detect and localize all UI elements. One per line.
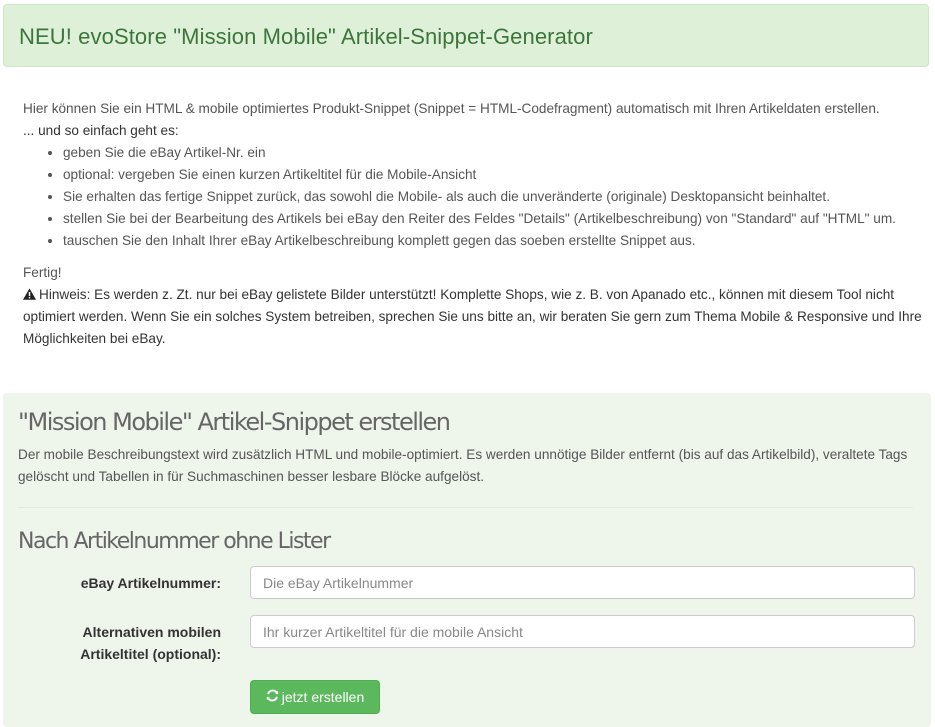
list-item: Sie erhalten das fertige Snippet zurück,… <box>63 186 928 208</box>
warning-icon <box>23 285 36 300</box>
page-title: NEU! evoStore "Mission Mobile" Artikel-S… <box>19 24 593 49</box>
list-item: stellen Sie bei der Bearbeitung des Arti… <box>63 208 928 230</box>
intro-lead: ... und so einfach geht es: <box>23 123 179 138</box>
divider <box>18 507 913 508</box>
item-number-input[interactable] <box>250 566 915 599</box>
create-button[interactable]: jetzt erstellen <box>250 680 380 714</box>
panel-description: Der mobile Beschreibungstext wird zusätz… <box>18 447 908 484</box>
snippet-panel: "Mission Mobile" Artikel-Snippet erstell… <box>3 393 931 727</box>
list-item: geben Sie die eBay Artikel-Nr. ein <box>63 142 928 164</box>
refresh-icon <box>266 689 279 705</box>
list-item: tauschen Sie den Inhalt Ihrer eBay Artik… <box>63 230 928 252</box>
hint-paragraph: Hinweis: Es werden z. Zt. nur bei eBay g… <box>23 284 928 350</box>
alt-title-input[interactable] <box>250 615 915 648</box>
intro-section: Hier können Sie ein HTML & mobile optimi… <box>23 98 928 350</box>
steps-list: geben Sie die eBay Artikel-Nr. ein optio… <box>23 142 928 252</box>
form-subtitle: Nach Artikelnummer ohne Lister <box>18 529 331 554</box>
done-text: Fertig! <box>23 265 62 280</box>
create-button-label: jetzt erstellen <box>281 689 365 705</box>
hint-text: Hinweis: Es werden z. Zt. nur bei eBay g… <box>23 287 922 346</box>
panel-title: "Mission Mobile" Artikel-Snippet erstell… <box>18 408 451 436</box>
list-item: optional: vergeben Sie einen kurzen Arti… <box>63 164 928 186</box>
header-alert: NEU! evoStore "Mission Mobile" Artikel-S… <box>3 4 929 67</box>
intro-paragraph: Hier können Sie ein HTML & mobile optimi… <box>23 101 880 116</box>
item-number-label: eBay Artikelnummer: <box>80 575 221 591</box>
alt-title-label: Alternativen mobilen Artikeltitel (optio… <box>80 624 221 662</box>
